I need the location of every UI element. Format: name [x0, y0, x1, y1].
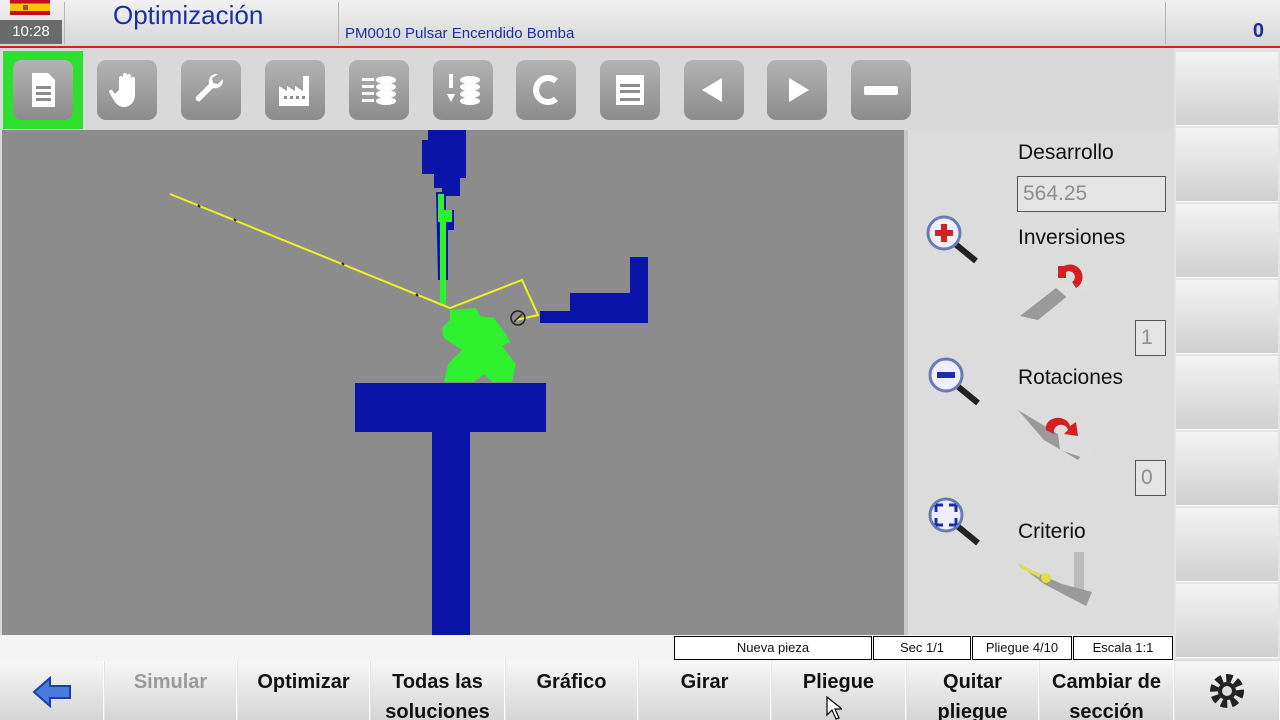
- criterion-icon[interactable]: [1016, 548, 1100, 612]
- inversiones-label: Inversiones: [1018, 226, 1126, 249]
- page-title: Optimización: [113, 0, 264, 30]
- bend-simulation-canvas[interactable]: [2, 130, 904, 635]
- arrow-left-icon[interactable]: [684, 60, 744, 120]
- bottom-action-bar: Simular Optimizar Todas las soluciones Gr…: [0, 661, 1280, 720]
- side-button-5[interactable]: [1176, 356, 1278, 430]
- side-button-6[interactable]: [1176, 432, 1278, 506]
- inversiones-value: 1: [1135, 320, 1166, 356]
- back-button[interactable]: [0, 661, 104, 720]
- c-letter-icon[interactable]: [516, 60, 576, 120]
- quitar-pliegue-button[interactable]: Quitar pliegue: [907, 661, 1039, 720]
- zoom-fit-icon[interactable]: [926, 495, 982, 547]
- status-bar: Nueva pieza Sec 1/1 Pliegue 4/10 Escala …: [0, 635, 1174, 661]
- factory-icon[interactable]: [265, 60, 325, 120]
- clock: 10:28: [0, 20, 62, 44]
- rotaciones-label: Rotaciones: [1018, 366, 1124, 389]
- tool-stack-icon[interactable]: [433, 60, 493, 120]
- side-button-column: [1174, 48, 1280, 660]
- section-status: Sec 1/1: [873, 636, 971, 660]
- rotaciones-value: 0: [1135, 460, 1166, 496]
- hand-icon[interactable]: [97, 60, 157, 120]
- document-icon[interactable]: [13, 60, 73, 120]
- girar-button[interactable]: Girar: [639, 661, 771, 720]
- side-button-4[interactable]: [1176, 280, 1278, 354]
- mouse-cursor: [826, 696, 842, 720]
- side-button-8[interactable]: [1176, 584, 1278, 658]
- menu-button[interactable]: [1175, 661, 1280, 720]
- minus-icon[interactable]: [851, 60, 911, 120]
- zoom-in-icon[interactable]: [924, 213, 980, 265]
- todas-soluciones-button[interactable]: Todas las soluciones: [371, 661, 505, 720]
- bend-status: Pliegue 4/10: [972, 636, 1072, 660]
- desarrollo-label: Desarrollo: [1018, 141, 1114, 164]
- lower-die-post: [432, 432, 470, 635]
- side-button-3[interactable]: [1176, 204, 1278, 278]
- arrow-right-icon[interactable]: [767, 60, 827, 120]
- side-button-2[interactable]: [1176, 128, 1278, 202]
- punch-tip: [438, 194, 452, 306]
- lower-die-bar: [355, 383, 546, 432]
- desarrollo-value: 564.25: [1017, 176, 1166, 212]
- printer-icon[interactable]: [600, 60, 660, 120]
- wrench-icon[interactable]: [181, 60, 241, 120]
- zoom-out-icon[interactable]: [926, 355, 982, 407]
- side-button-7[interactable]: [1176, 508, 1278, 582]
- optimizar-button[interactable]: Optimizar: [238, 661, 370, 720]
- scale-status: Escala 1:1: [1073, 636, 1173, 660]
- status-message: PM0010 Pulsar Encendido Bomba: [345, 25, 575, 42]
- back-gauge: [540, 257, 648, 323]
- rotation-icon[interactable]: [1016, 400, 1100, 464]
- piece-status: Nueva pieza: [674, 636, 872, 660]
- side-button-1[interactable]: [1176, 52, 1278, 126]
- upper-punch-holder: [422, 130, 466, 196]
- alarm-counter: 0: [1252, 20, 1264, 42]
- cambiar-seccion-button[interactable]: Cambiar de sección: [1040, 661, 1174, 720]
- sheet-profile: [169, 193, 540, 321]
- toolbar: [0, 48, 1174, 130]
- criterio-label: Criterio: [1018, 520, 1086, 543]
- header-bar: 10:28 Optimización PM0010 Pulsar Encendi…: [0, 0, 1280, 48]
- die-part: [442, 308, 516, 382]
- grafico-button[interactable]: Gráfico: [506, 661, 638, 720]
- gear-icon: [1210, 674, 1244, 708]
- inversion-icon[interactable]: [1016, 258, 1100, 322]
- spain-flag-icon[interactable]: [10, 0, 50, 15]
- stack-list-icon[interactable]: [349, 60, 409, 120]
- simular-button[interactable]: Simular: [105, 661, 237, 720]
- options-panel: Desarrollo 564.25 Inversiones 1 Rotacion…: [908, 130, 1174, 635]
- back-arrow-icon: [31, 675, 71, 709]
